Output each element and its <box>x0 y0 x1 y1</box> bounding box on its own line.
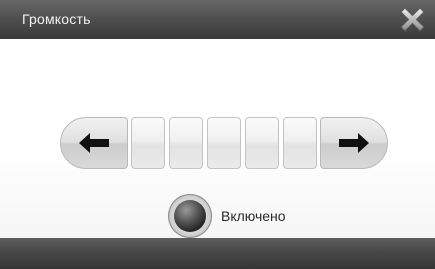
volume-segment-3[interactable] <box>207 117 241 169</box>
title-bar: Громкость <box>0 0 435 39</box>
volume-segment-1[interactable] <box>131 117 165 169</box>
volume-down-button[interactable] <box>60 117 128 169</box>
volume-segment-2[interactable] <box>169 117 203 169</box>
close-icon <box>400 7 425 32</box>
volume-up-button[interactable] <box>320 117 388 169</box>
volume-segment-5[interactable] <box>283 117 317 169</box>
close-button[interactable] <box>396 3 429 36</box>
toggle-knob-center <box>174 200 206 232</box>
arrow-right-icon <box>339 133 369 153</box>
toggle-label: Включено <box>221 208 286 224</box>
window-title: Громкость <box>22 11 91 27</box>
arrow-left-icon <box>79 133 109 153</box>
volume-screen: Громкость Включено <box>0 0 435 269</box>
bottom-bar <box>0 238 435 269</box>
toggle-knob-icon[interactable] <box>168 194 212 238</box>
volume-segment-4[interactable] <box>245 117 279 169</box>
